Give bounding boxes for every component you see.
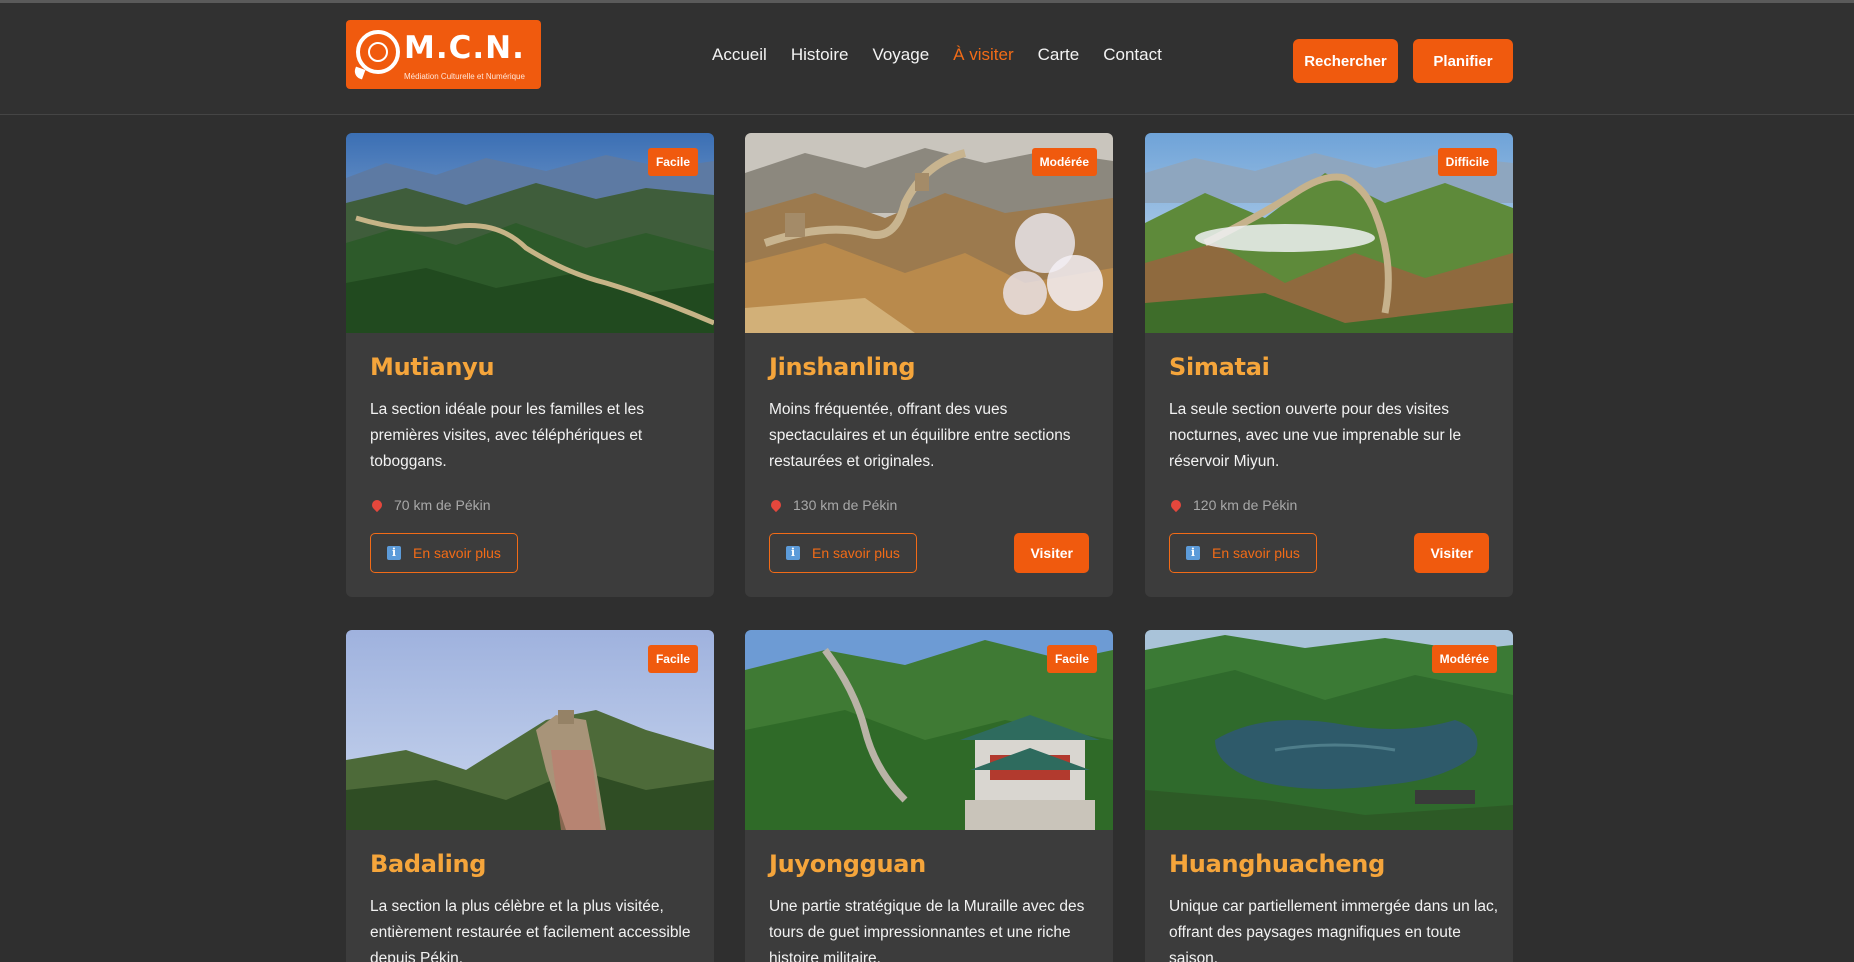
card-distance: 70 km de Pékin: [394, 497, 491, 513]
card-image-mutianyu: Facile: [346, 133, 714, 333]
nav-item-contact[interactable]: Contact: [1103, 41, 1162, 69]
difficulty-badge: Difficile: [1437, 148, 1497, 176]
info-icon: i: [1186, 546, 1200, 560]
card-description: Moins fréquentée, offrant des vues spect…: [769, 401, 1071, 470]
card-title: Jinshanling: [769, 353, 916, 381]
learn-more-label: En savoir plus: [812, 545, 900, 561]
card-description: La section idéale pour les familles et l…: [370, 401, 644, 470]
learn-more-button[interactable]: i En savoir plus: [370, 533, 518, 573]
card-description: Unique car partiellement immergée dans u…: [1169, 898, 1499, 962]
nav-item-histoire[interactable]: Histoire: [791, 41, 849, 69]
card-location: 70 km de Pékin: [369, 497, 491, 513]
card-image-jinshanling: Modérée: [745, 133, 1113, 333]
card-distance: 130 km de Pékin: [793, 497, 898, 513]
card-description: La section la plus célèbre et la plus vi…: [370, 898, 691, 962]
card-location: 130 km de Pékin: [768, 497, 898, 513]
visit-button[interactable]: Visiter: [1014, 533, 1089, 573]
card-title: Simatai: [1169, 353, 1270, 381]
card-title: Juyongguan: [769, 850, 926, 878]
learn-more-button[interactable]: i En savoir plus: [1169, 533, 1317, 573]
visit-button[interactable]: Visiter: [1414, 533, 1489, 573]
info-icon: i: [786, 546, 800, 560]
site-card-huanghuacheng: Modérée Huanghuacheng Unique car partiel…: [1145, 630, 1513, 962]
logo-subtitle: Médiation Culturelle et Numérique: [404, 72, 525, 81]
card-image-simatai: Difficile: [1145, 133, 1513, 333]
card-title: Mutianyu: [370, 353, 495, 381]
site-card-badaling: Facile Badaling La section la plus célèb…: [346, 630, 714, 962]
logo[interactable]: M.C.N. Médiation Culturelle et Numérique: [346, 20, 541, 89]
card-distance: 120 km de Pékin: [1193, 497, 1298, 513]
plan-button[interactable]: Planifier: [1413, 39, 1513, 83]
card-location: 120 km de Pékin: [1168, 497, 1298, 513]
nav-item-a-visiter[interactable]: À visiter: [953, 41, 1013, 69]
difficulty-badge: Modérée: [1431, 645, 1497, 673]
location-pin-icon: [369, 497, 385, 513]
logo-globe-icon: [368, 42, 388, 62]
learn-more-label: En savoir plus: [1212, 545, 1300, 561]
logo-speech-bubble-icon: [356, 30, 400, 74]
learn-more-button[interactable]: i En savoir plus: [769, 533, 917, 573]
learn-more-label: En savoir plus: [413, 545, 501, 561]
difficulty-badge: Facile: [647, 645, 698, 673]
card-description: La seule section ouverte pour des visite…: [1169, 401, 1462, 470]
site-header: M.C.N. Médiation Culturelle et Numérique…: [0, 3, 1854, 115]
card-title: Badaling: [370, 850, 487, 878]
site-card-juyongguan: Facile Juyongguan Une partie stratégique…: [745, 630, 1113, 962]
location-pin-icon: [1168, 497, 1184, 513]
difficulty-badge: Modérée: [1031, 148, 1097, 176]
site-card-mutianyu: Facile Mutianyu La section idéale pour l…: [346, 133, 714, 597]
info-icon: i: [387, 546, 401, 560]
nav-item-carte[interactable]: Carte: [1038, 41, 1080, 69]
nav-item-voyage[interactable]: Voyage: [872, 41, 929, 69]
card-image-huanghuacheng: Modérée: [1145, 630, 1513, 830]
logo-title: M.C.N.: [404, 30, 525, 66]
search-button[interactable]: Rechercher: [1293, 39, 1398, 83]
card-title: Huanghuacheng: [1169, 850, 1385, 878]
location-pin-icon: [768, 497, 784, 513]
card-description: Une partie stratégique de la Muraille av…: [769, 898, 1085, 962]
card-image-juyongguan: Facile: [745, 630, 1113, 830]
card-image-badaling: Facile: [346, 630, 714, 830]
site-card-jinshanling: Modérée Jinshanling Moins fréquentée, of…: [745, 133, 1113, 597]
main-nav: Accueil Histoire Voyage À visiter Carte …: [712, 41, 1186, 69]
nav-item-accueil[interactable]: Accueil: [712, 41, 767, 69]
difficulty-badge: Facile: [1046, 645, 1097, 673]
difficulty-badge: Facile: [647, 148, 698, 176]
site-card-simatai: Difficile Simatai La seule section ouver…: [1145, 133, 1513, 597]
